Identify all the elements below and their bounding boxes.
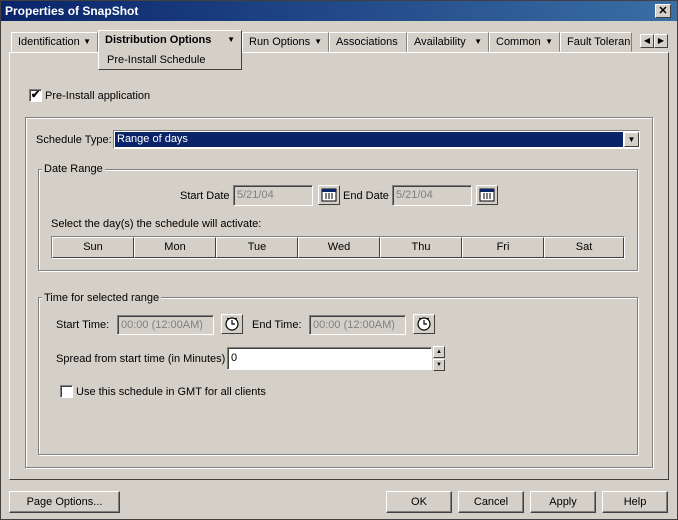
start-date-label: Start Date bbox=[180, 190, 230, 202]
tab-scroll-right-button[interactable]: ▶ bbox=[654, 34, 668, 48]
tab-associations[interactable]: Associations bbox=[329, 32, 407, 52]
clock-icon bbox=[225, 317, 239, 331]
chevron-down-icon: ▼ bbox=[314, 37, 322, 46]
calendar-icon bbox=[321, 188, 337, 202]
tab-label: Identification bbox=[18, 36, 80, 48]
day-button-sat[interactable]: Sat bbox=[544, 237, 624, 258]
day-button-thu[interactable]: Thu bbox=[380, 237, 462, 258]
gmt-label: Use this schedule in GMT for all clients bbox=[76, 386, 266, 398]
start-time-clock-button[interactable] bbox=[221, 314, 243, 334]
preinstall-checkbox[interactable]: ✔ bbox=[29, 89, 42, 102]
tab-fault-tolerance[interactable]: Fault Toleran bbox=[560, 32, 632, 52]
checkmark-icon: ✔ bbox=[30, 89, 41, 101]
tab-distribution-options[interactable]: Distribution Options ▼ Pre-Install Sched… bbox=[98, 30, 242, 70]
tab-run-options[interactable]: Run Options ▼ bbox=[242, 32, 329, 52]
help-button[interactable]: Help bbox=[602, 491, 668, 513]
tab-label: Run Options bbox=[249, 36, 311, 48]
dropdown-arrow-icon[interactable]: ▼ bbox=[624, 132, 639, 147]
window-title: Properties of SnapShot bbox=[5, 4, 139, 18]
ok-button[interactable]: OK bbox=[386, 491, 452, 513]
gmt-checkbox[interactable] bbox=[60, 385, 73, 398]
clock-icon bbox=[417, 317, 431, 331]
day-button-sun[interactable]: Sun bbox=[52, 237, 134, 258]
spread-label: Spread from start time (in Minutes) bbox=[56, 353, 226, 365]
day-button-tue[interactable]: Tue bbox=[216, 237, 298, 258]
tab-availability[interactable]: Availability ▼ bbox=[407, 32, 489, 52]
day-button-mon[interactable]: Mon bbox=[134, 237, 216, 258]
tab-label: Associations bbox=[336, 36, 398, 48]
right-arrow-icon: ▶ bbox=[657, 36, 665, 45]
chevron-down-icon: ▼ bbox=[474, 37, 482, 46]
start-time-field[interactable]: 00:00 (12:00AM) bbox=[117, 315, 214, 335]
spin-up-icon: ▲ bbox=[436, 349, 442, 355]
start-time-label: Start Time: bbox=[56, 319, 110, 331]
day-button-fri[interactable]: Fri bbox=[462, 237, 544, 258]
time-range-legend: Time for selected range bbox=[42, 290, 162, 306]
preinstall-label: Pre-Install application bbox=[45, 90, 151, 102]
tab-label: Distribution Options bbox=[105, 34, 212, 46]
start-date-calendar-button[interactable] bbox=[318, 185, 340, 205]
start-date-field[interactable]: 5/21/04 bbox=[233, 185, 313, 206]
chevron-down-icon: ▼ bbox=[83, 37, 91, 46]
end-date-field[interactable]: 5/21/04 bbox=[392, 185, 472, 206]
tab-scroll-left-button[interactable]: ◀ bbox=[640, 34, 654, 48]
date-range-legend: Date Range bbox=[42, 161, 105, 177]
title-bar: Properties of SnapShot bbox=[1, 1, 677, 21]
tab-label: Common bbox=[496, 36, 541, 48]
tab-identification[interactable]: Identification ▼ bbox=[11, 32, 98, 52]
close-button[interactable]: ✕ bbox=[655, 4, 671, 18]
tab-label: Availability bbox=[414, 36, 466, 48]
spin-down-icon: ▼ bbox=[436, 362, 442, 368]
tab-subpage-pre-install-schedule[interactable]: Pre-Install Schedule bbox=[107, 51, 205, 69]
page-options-button[interactable]: Page Options... bbox=[9, 491, 120, 513]
schedule-type-select[interactable]: Range of days ▼ bbox=[113, 130, 640, 149]
spread-minutes-field[interactable]: 0 bbox=[227, 347, 432, 370]
schedule-type-label: Schedule Type: bbox=[36, 134, 112, 146]
chevron-down-icon: ▼ bbox=[227, 35, 235, 44]
end-time-label: End Time: bbox=[252, 319, 302, 331]
spin-down-button[interactable]: ▼ bbox=[433, 359, 445, 371]
schedule-type-value: Range of days bbox=[115, 132, 623, 147]
tab-label: Fault Toleran bbox=[567, 36, 631, 48]
spin-up-button[interactable]: ▲ bbox=[433, 346, 445, 358]
days-instruction-label: Select the day(s) the schedule will acti… bbox=[51, 218, 262, 230]
end-date-calendar-button[interactable] bbox=[476, 185, 498, 205]
close-icon: ✕ bbox=[658, 5, 668, 17]
cancel-button[interactable]: Cancel bbox=[458, 491, 524, 513]
end-time-clock-button[interactable] bbox=[413, 314, 435, 334]
end-time-field[interactable]: 00:00 (12:00AM) bbox=[309, 315, 406, 335]
left-arrow-icon: ◀ bbox=[643, 36, 651, 45]
apply-button[interactable]: Apply bbox=[530, 491, 596, 513]
day-button-wed[interactable]: Wed bbox=[298, 237, 380, 258]
tab-common[interactable]: Common ▼ bbox=[489, 32, 560, 52]
calendar-icon bbox=[479, 188, 495, 202]
chevron-down-icon: ▼ bbox=[545, 37, 553, 46]
end-date-label: End Date bbox=[343, 190, 389, 202]
